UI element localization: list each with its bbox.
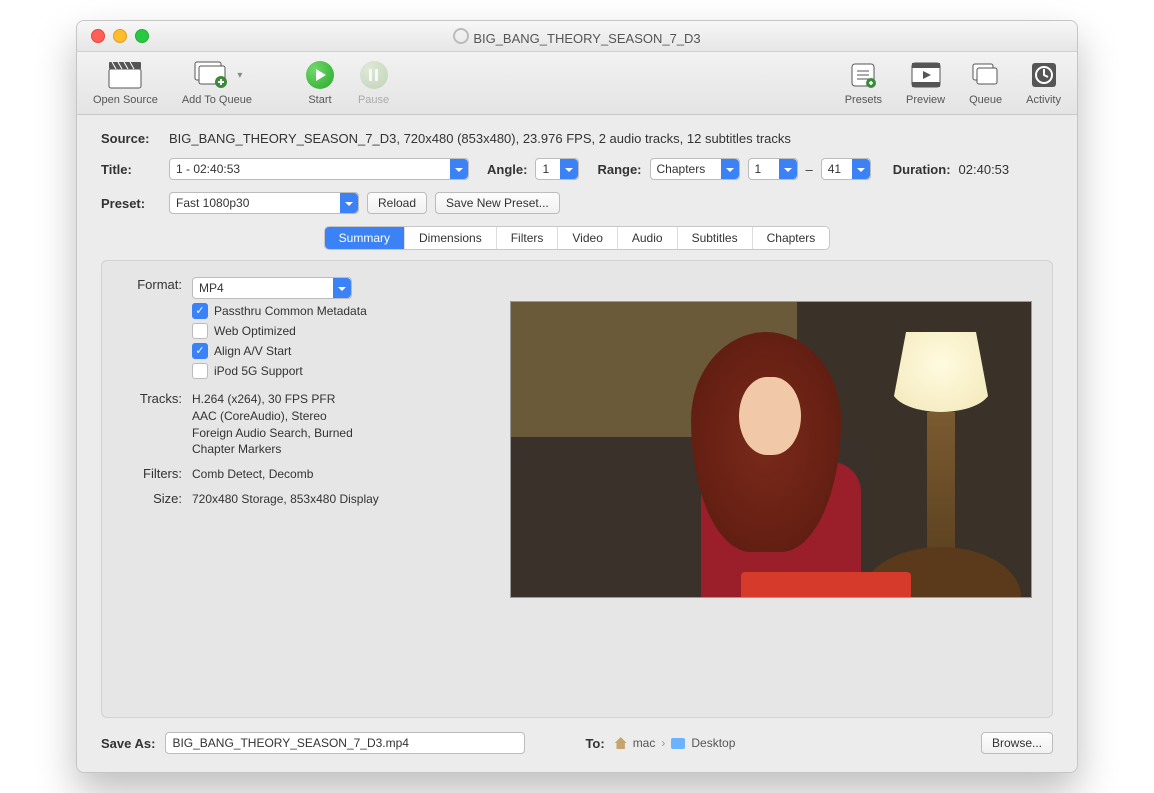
- home-icon: [615, 737, 627, 749]
- range-label: Range:: [597, 162, 641, 177]
- duration-label: Duration:: [893, 162, 951, 177]
- title-label: Title:: [101, 162, 161, 177]
- path-user: mac: [633, 736, 656, 750]
- to-label: To:: [585, 736, 604, 751]
- range-from-select[interactable]: 1: [748, 158, 798, 180]
- open-source-button[interactable]: Open Source: [93, 58, 158, 106]
- start-button[interactable]: Start: [306, 58, 334, 106]
- preview-icon: [911, 58, 941, 92]
- tab-video[interactable]: Video: [558, 227, 617, 249]
- reload-button[interactable]: Reload: [367, 192, 427, 214]
- save-as-input[interactable]: BIG_BANG_THEORY_SEASON_7_D3.mp4: [165, 732, 525, 754]
- pause-button: Pause: [358, 58, 389, 106]
- toolbar: Open Source ▾ Add To Queue Start Pause P…: [77, 52, 1077, 115]
- format-label: Format:: [122, 277, 182, 292]
- activity-icon: [1031, 58, 1057, 92]
- web-optimized-checkbox[interactable]: Web Optimized: [192, 323, 367, 339]
- source-label: Source:: [101, 131, 161, 146]
- save-new-preset-button[interactable]: Save New Preset...: [435, 192, 560, 214]
- pause-icon: [360, 61, 388, 89]
- chevron-right-icon: ›: [661, 736, 665, 750]
- destination-path[interactable]: mac › Desktop: [615, 736, 736, 750]
- tab-dimensions[interactable]: Dimensions: [405, 227, 497, 249]
- angle-label: Angle:: [487, 162, 527, 177]
- ipod-5g-support-checkbox[interactable]: iPod 5G Support: [192, 363, 367, 379]
- window-title: BIG_BANG_THEORY_SEASON_7_D3: [77, 27, 1077, 46]
- save-as-label: Save As:: [101, 736, 155, 751]
- chevron-down-icon[interactable]: ▾: [237, 70, 242, 81]
- tab-subtitles[interactable]: Subtitles: [678, 227, 753, 249]
- source-value: BIG_BANG_THEORY_SEASON_7_D3, 720x480 (85…: [169, 131, 791, 146]
- tab-audio[interactable]: Audio: [618, 227, 678, 249]
- clapperboard-icon: [108, 58, 142, 92]
- passthru-metadata-checkbox[interactable]: Passthru Common Metadata: [192, 303, 367, 319]
- tab-chapters[interactable]: Chapters: [753, 227, 830, 249]
- filters-value: Comb Detect, Decomb: [192, 466, 313, 483]
- activity-button[interactable]: Activity: [1026, 58, 1061, 106]
- align-av-start-checkbox[interactable]: Align A/V Start: [192, 343, 367, 359]
- duration-value: 02:40:53: [959, 162, 1010, 177]
- preview-button[interactable]: Preview: [906, 58, 945, 106]
- size-label: Size:: [122, 491, 182, 506]
- add-to-queue-icon: ▾: [191, 58, 242, 92]
- folder-icon: [671, 738, 685, 749]
- play-icon: [306, 61, 334, 89]
- format-select[interactable]: MP4: [192, 277, 352, 299]
- summary-panel: Format: MP4 Passthru Common Metadata Web…: [101, 260, 1053, 718]
- titlebar: BIG_BANG_THEORY_SEASON_7_D3: [77, 21, 1077, 52]
- angle-select[interactable]: 1: [535, 158, 579, 180]
- browse-button[interactable]: Browse...: [981, 732, 1053, 754]
- tracks-label: Tracks:: [122, 391, 182, 406]
- tab-summary[interactable]: Summary: [325, 227, 405, 249]
- add-to-queue-button[interactable]: ▾ Add To Queue: [182, 58, 252, 106]
- path-folder: Desktop: [691, 736, 735, 750]
- range-type-select[interactable]: Chapters: [650, 158, 740, 180]
- queue-icon: [971, 58, 1001, 92]
- tab-bar: Summary Dimensions Filters Video Audio S…: [101, 226, 1053, 250]
- preview-image: [510, 301, 1032, 598]
- preset-label: Preset:: [101, 196, 161, 211]
- queue-button[interactable]: Queue: [969, 58, 1002, 106]
- tracks-value: H.264 (x264), 30 FPS PFR AAC (CoreAudio)…: [192, 391, 353, 458]
- preset-select[interactable]: Fast 1080p30: [169, 192, 359, 214]
- presets-icon: [849, 58, 877, 92]
- app-window: BIG_BANG_THEORY_SEASON_7_D3 Open Source …: [76, 20, 1078, 773]
- tab-filters[interactable]: Filters: [497, 227, 559, 249]
- title-select[interactable]: 1 - 02:40:53: [169, 158, 469, 180]
- size-value: 720x480 Storage, 853x480 Display: [192, 491, 379, 508]
- content-area: Source: BIG_BANG_THEORY_SEASON_7_D3, 720…: [77, 115, 1077, 772]
- range-to-select[interactable]: 41: [821, 158, 871, 180]
- filters-label: Filters:: [122, 466, 182, 481]
- presets-button[interactable]: Presets: [845, 58, 882, 106]
- range-separator: –: [806, 162, 813, 177]
- disc-icon: [453, 28, 469, 44]
